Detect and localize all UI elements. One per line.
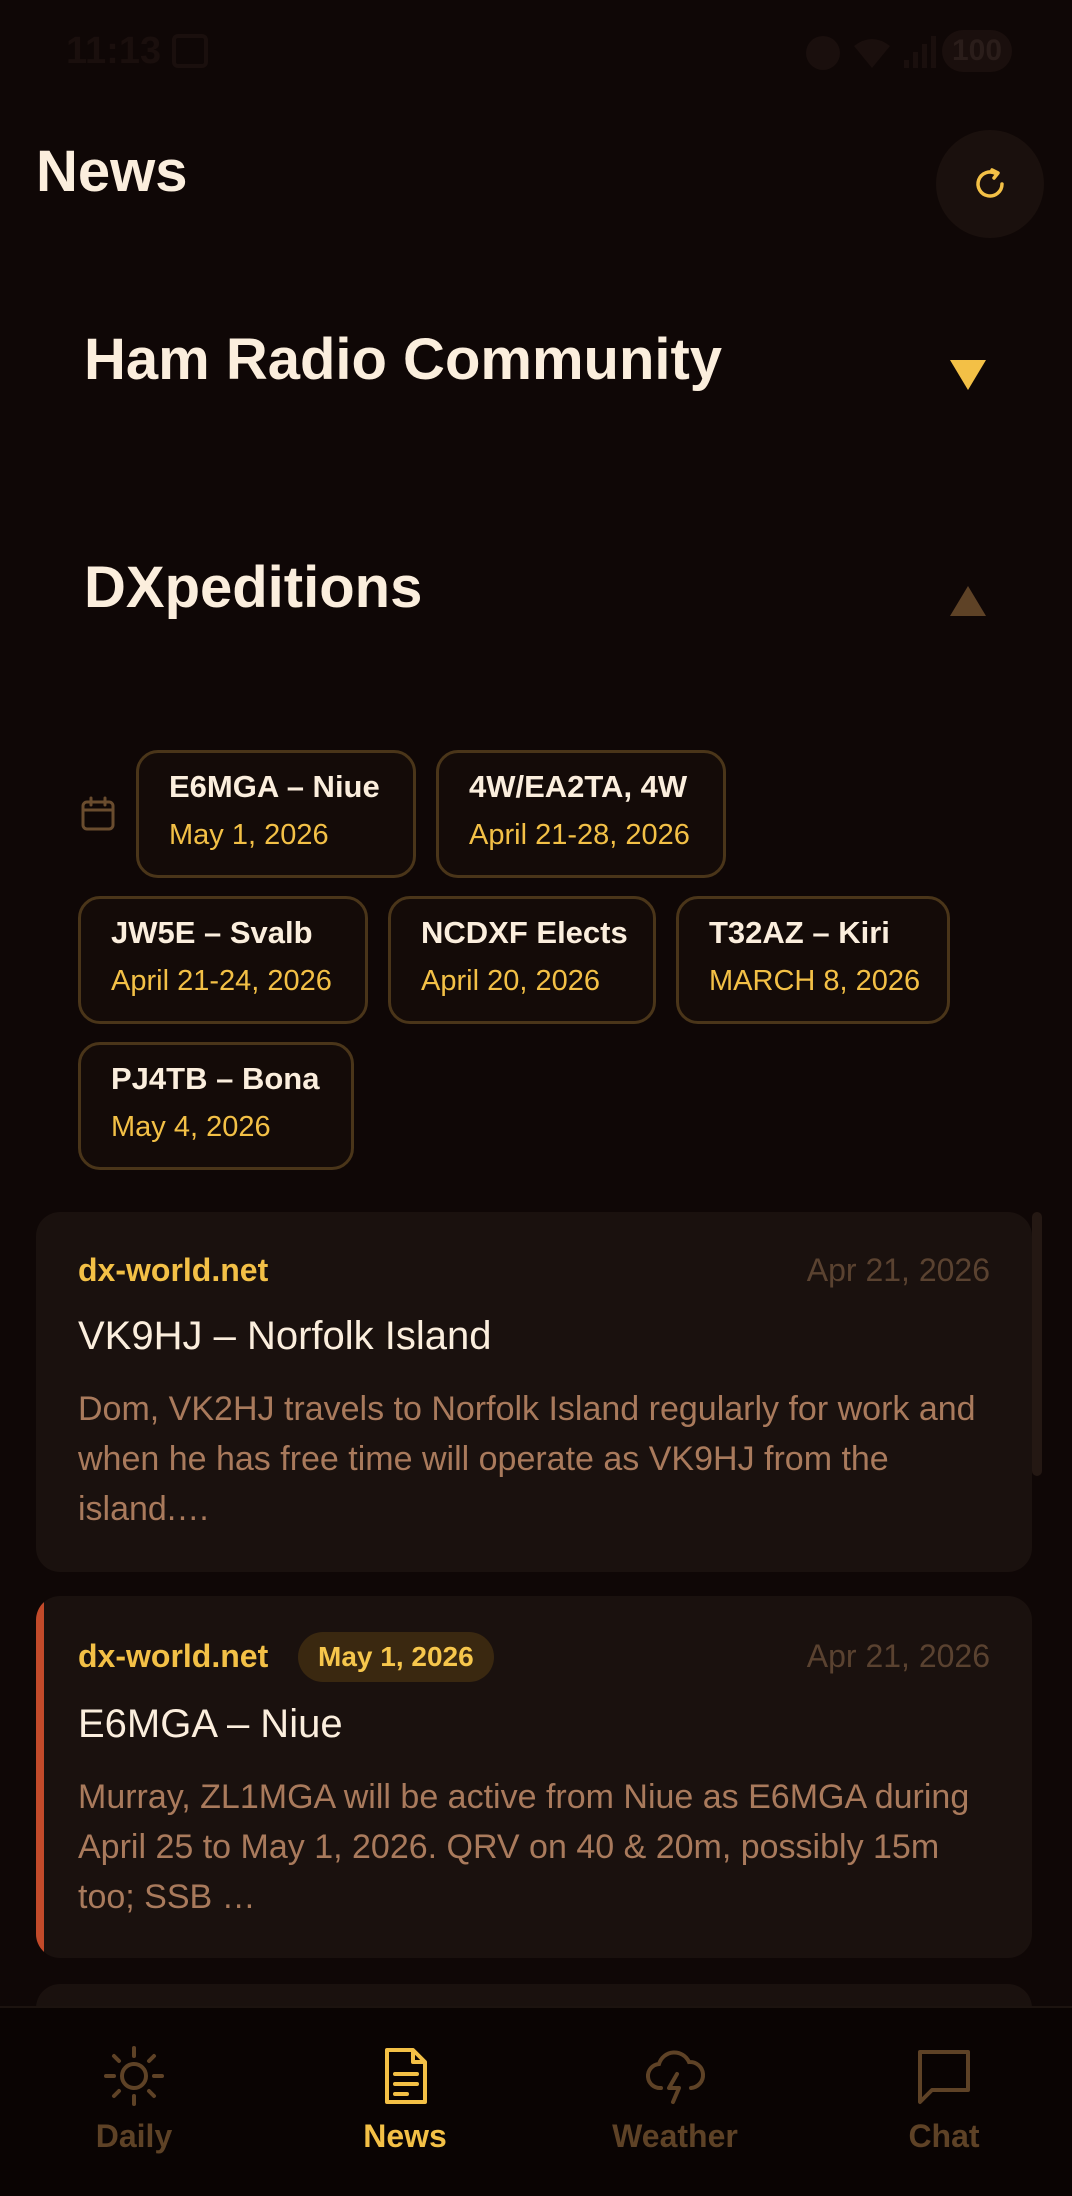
status-bar: 11:13 100 bbox=[0, 28, 1072, 78]
card-body: Murray, ZL1MGA will be active from Niue … bbox=[78, 1778, 970, 1916]
nav-daily[interactable]: Daily bbox=[34, 2044, 234, 2155]
news-screen: 11:13 100 News Ham Radio Community DXped… bbox=[0, 0, 1072, 2196]
screenshot-icon bbox=[172, 34, 208, 68]
nav-weather[interactable]: Weather bbox=[575, 2044, 775, 2155]
card-title: VK9HJ – Norfolk Island bbox=[78, 1314, 492, 1358]
nav-label: Chat bbox=[908, 2118, 980, 2154]
sun-icon bbox=[104, 2046, 164, 2106]
chip-date: April 20, 2026 bbox=[421, 965, 600, 997]
chip-title: E6MGA – Niue bbox=[169, 769, 380, 804]
card-title: E6MGA – Niue bbox=[78, 1702, 343, 1746]
event-chip[interactable]: JW5E – Svalb April 21-24, 2026 bbox=[78, 896, 368, 1024]
page-title: News bbox=[36, 139, 188, 204]
card-time: Apr 21, 2026 bbox=[806, 1638, 990, 1674]
collapse-triangle-icon[interactable] bbox=[948, 584, 988, 620]
event-chip[interactable]: PJ4TB – Bona May 4, 2026 bbox=[78, 1042, 354, 1170]
status-time: 11:13 bbox=[66, 30, 162, 72]
chip-title: PJ4TB – Bona bbox=[111, 1061, 320, 1096]
card-time: Apr 21, 2026 bbox=[806, 1252, 990, 1288]
event-chip[interactable]: E6MGA – Niue May 1, 2026 bbox=[136, 750, 416, 878]
card-source: dx-world.net bbox=[78, 1252, 269, 1288]
card-body: Dom, VK2HJ travels to Norfolk Island reg… bbox=[78, 1390, 976, 1528]
nav-chat[interactable]: Chat bbox=[844, 2044, 1044, 2155]
chat-bubble-icon bbox=[918, 2050, 970, 2104]
chip-title: T32AZ – Kiri bbox=[709, 915, 890, 950]
chip-date: MARCH 8, 2026 bbox=[709, 965, 921, 997]
chip-date: May 1, 2026 bbox=[169, 819, 329, 851]
refresh-button[interactable] bbox=[936, 130, 1044, 238]
nav-label: Daily bbox=[95, 2118, 173, 2154]
storm-cloud-icon bbox=[646, 2050, 705, 2104]
document-icon bbox=[385, 2048, 427, 2104]
highlight-bar bbox=[36, 1596, 44, 1958]
do-not-disturb-icon bbox=[806, 36, 840, 70]
event-chip[interactable]: NCDXF Elects April 20, 2026 bbox=[388, 896, 656, 1024]
battery-indicator: 100 bbox=[942, 30, 1012, 72]
expand-triangle-icon[interactable] bbox=[948, 356, 988, 392]
bottom-nav: Daily News Weather Chat bbox=[0, 2006, 1072, 2196]
scrollbar-thumb[interactable] bbox=[1032, 1212, 1042, 1476]
event-chip[interactable]: 4W/EA2TA, 4W April 21-28, 2026 bbox=[436, 750, 726, 878]
nav-label: News bbox=[363, 2118, 447, 2154]
news-card[interactable]: dx-world.net Apr 21, 2026 VK9HJ – Norfol… bbox=[36, 1212, 1032, 1572]
event-chip[interactable]: T32AZ – Kiri MARCH 8, 2026 bbox=[676, 896, 950, 1024]
date-badge: May 1, 2026 bbox=[298, 1632, 494, 1682]
wifi-icon bbox=[854, 39, 890, 68]
chip-title: JW5E – Svalb bbox=[111, 915, 313, 950]
signal-icon bbox=[904, 36, 936, 68]
nav-news[interactable]: News bbox=[305, 2044, 505, 2155]
chip-date: May 4, 2026 bbox=[111, 1111, 271, 1143]
nav-label: Weather bbox=[612, 2118, 738, 2154]
card-source: dx-world.net bbox=[78, 1638, 269, 1674]
refresh-icon bbox=[976, 168, 1004, 198]
section-title-dxpeditions: DXpeditions bbox=[84, 555, 423, 620]
news-card-highlighted[interactable]: dx-world.net May 1, 2026 Apr 21, 2026 E6… bbox=[36, 1596, 1032, 1958]
section-title-community: Ham Radio Community bbox=[84, 327, 723, 392]
calendar-icon bbox=[81, 796, 115, 831]
chip-date: April 21-28, 2026 bbox=[469, 819, 690, 851]
chip-title: 4W/EA2TA, 4W bbox=[469, 769, 688, 804]
chip-date: April 21-24, 2026 bbox=[111, 965, 332, 997]
chip-title: NCDXF Elects bbox=[421, 915, 628, 950]
